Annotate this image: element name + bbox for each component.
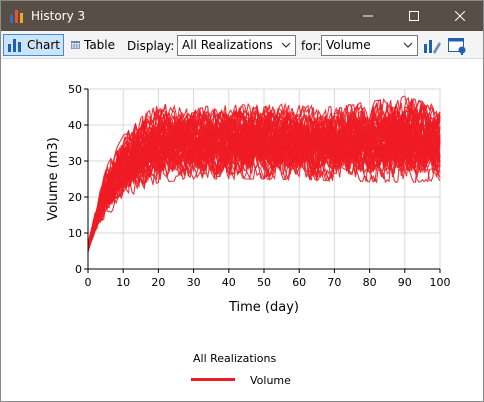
y-tick-label: 10	[68, 227, 82, 240]
y-tick-label: 20	[68, 191, 82, 204]
legend-title: All Realizations	[193, 352, 277, 365]
x-tick-label: 40	[222, 276, 236, 289]
x-tick-label: 90	[398, 276, 412, 289]
table-view-button[interactable]: Table	[67, 34, 119, 56]
table-view-label: Table	[83, 38, 115, 52]
for-label: for:	[301, 39, 322, 53]
display-select[interactable]: All Realizations	[177, 35, 296, 56]
chart-view-button[interactable]: Chart	[3, 34, 64, 56]
display-label: Display:	[127, 39, 175, 53]
maximize-icon	[409, 11, 419, 21]
y-tick-label: 40	[68, 119, 82, 132]
x-axis-title: Time (day)	[228, 300, 299, 315]
display-select-value: All Realizations	[182, 38, 273, 52]
table-grid-icon	[71, 41, 80, 49]
window-title: History 3	[31, 9, 86, 23]
x-tick-label: 100	[430, 276, 451, 289]
x-tick-label: 20	[151, 276, 165, 289]
x-tick-label: 0	[85, 276, 92, 289]
chart-view-label: Chart	[27, 38, 60, 52]
for-select[interactable]: Volume	[321, 35, 418, 56]
chart-properties-icon[interactable]	[447, 36, 467, 56]
bar-chart-icon	[10, 10, 23, 23]
x-tick-label: 80	[363, 276, 377, 289]
minimize-button[interactable]	[345, 1, 391, 31]
chevron-down-icon	[281, 42, 291, 48]
y-tick-label: 50	[68, 83, 82, 96]
chevron-down-icon	[403, 42, 413, 48]
maximize-button[interactable]	[391, 1, 437, 31]
chart-area: 0 10 20 30 40 50 60 70 80 90 100 0 10 20 30 40 50 Time (d…	[1, 59, 483, 401]
legend-swatch-volume	[191, 378, 235, 381]
title-bar[interactable]: History 3	[1, 1, 483, 31]
close-button[interactable]	[437, 1, 483, 31]
bar-chart-icon	[8, 39, 21, 52]
minimize-icon	[363, 15, 373, 17]
y-tick-label: 30	[68, 155, 82, 168]
for-select-value: Volume	[326, 38, 371, 52]
close-icon	[455, 11, 465, 21]
x-tick-label: 10	[116, 276, 130, 289]
legend-label-volume: Volume	[250, 374, 291, 387]
history-chart[interactable]: 0 10 20 30 40 50 60 70 80 90 100 0 10 20 30 40 50 Time (d…	[1, 59, 483, 401]
x-tick-label: 30	[187, 276, 201, 289]
history-window: History 3 Chart Table Display: All Reali…	[0, 0, 484, 402]
export-chart-icon[interactable]	[422, 36, 442, 56]
y-axis-title: Volume (m3)	[46, 137, 61, 221]
toolbar: Chart Table Display: All Realizations fo…	[1, 31, 483, 59]
x-tick-label: 50	[257, 276, 271, 289]
x-tick-label: 60	[292, 276, 306, 289]
y-tick-label: 0	[75, 263, 82, 276]
x-tick-label: 70	[327, 276, 341, 289]
